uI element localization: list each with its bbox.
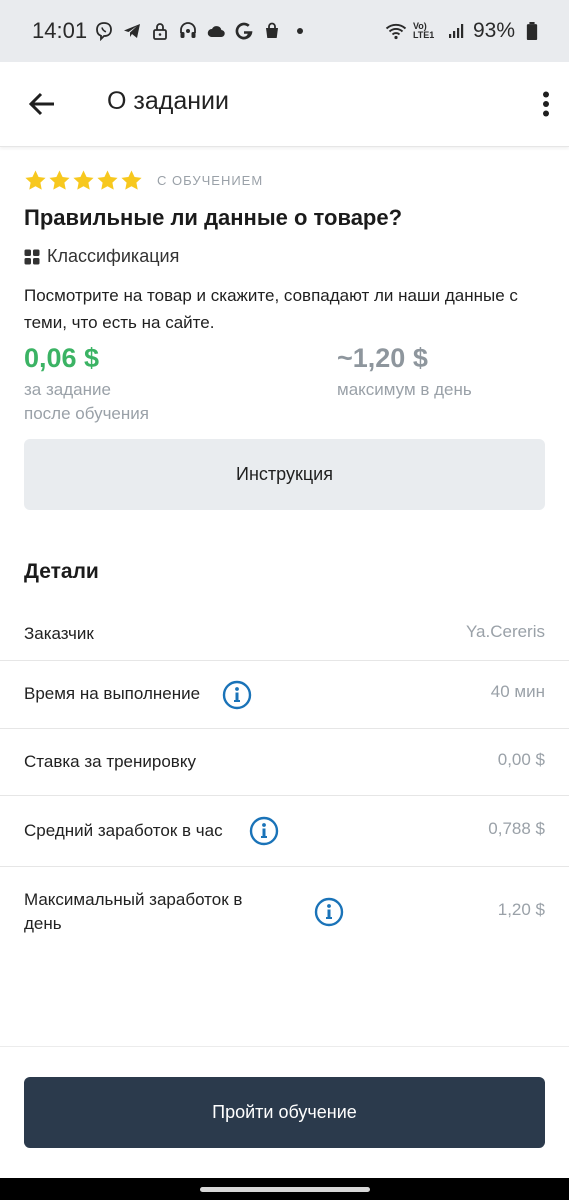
category-label: Классификация [47,246,180,266]
task-title: Правильные ли данные о товаре? [24,205,403,230]
star-icon [97,170,118,190]
detail-value: 1,20 $ [497,900,545,919]
star-icon [25,170,46,190]
instruction-button[interactable]: Инструкция [24,439,545,510]
task-description: Посмотрите на товар и скажите, совпадают… [24,286,518,332]
status-time: 14:01 [32,18,88,43]
battery-percent: 93% [472,19,515,42]
max-earnings: ~1,20 $ максимум в день [337,343,472,402]
price-value: 0,06 $ [24,343,100,373]
price-caption-1: за задание [24,380,111,399]
cloud-icon [205,20,227,42]
app-bar: О задании [0,62,569,147]
grid-icon [24,249,40,264]
status-bar: 14:01 Vo) LTE1 93% [0,0,569,62]
more-vert-icon [543,91,549,117]
max-earnings-value: ~1,20 $ [337,343,428,373]
price-caption-2: после обучения [24,404,149,423]
details-heading: Детали [24,560,99,583]
detail-value: 40 мин [490,682,545,701]
star-icon [121,170,142,190]
back-button[interactable] [24,86,60,122]
detail-value: 0,00 $ [497,750,545,769]
rating-row: С ОБУЧЕНИЕМ [24,169,263,192]
more-options-button[interactable] [533,86,559,122]
detail-label: Средний заработок в час [24,821,223,840]
detail-label: Максимальный заработок в день [24,890,243,933]
battery-icon [521,20,543,42]
detail-row-time: Время на выполнение 40 мин [0,661,569,727]
system-icons: Vo) LTE1 93% [385,19,543,43]
max-earnings-caption: максимум в день [337,380,472,399]
detail-label: Ставка за тренировку [24,752,196,771]
detail-row-training-rate: Ставка за тренировку 0,00 $ [0,729,569,795]
rating-stars [24,169,143,192]
star-icon [49,170,70,190]
divider [0,1046,569,1047]
dot-icon [289,20,311,42]
price-per-task: 0,06 $ за задание после обучения [24,343,149,426]
detail-row-customer: Заказчик Ya.Cereris [0,609,569,659]
bag-icon [261,20,283,42]
page-title: О задании [107,87,229,115]
google-icon [233,20,255,42]
detail-row-max-daily: Максимальный заработок в день 1,20 $ [0,867,569,967]
notification-icons [93,20,311,42]
training-badge: С ОБУЧЕНИЕМ [157,173,264,188]
info-icon[interactable] [314,897,344,927]
viber-icon [93,20,115,42]
wifi-icon [385,20,407,42]
lock-icon [149,20,171,42]
headset-icon [177,20,199,42]
info-icon[interactable] [222,680,252,710]
network-label: Vo) LTE1 [412,21,435,40]
info-icon[interactable] [249,816,279,846]
detail-row-avg-hourly: Средний заработок в час 0,788 $ [0,796,569,866]
arrow-left-icon [28,92,54,116]
detail-value: 0,788 $ [488,819,545,838]
detail-label: Время на выполнение [24,684,201,703]
start-training-button[interactable]: Пройти обучение [24,1077,545,1148]
detail-label: Заказчик [24,624,94,643]
telegram-icon [121,20,143,42]
task-category: Классификация [24,246,179,267]
signal-icon [445,20,467,42]
star-icon [73,170,94,190]
home-gesture-handle[interactable] [200,1187,370,1192]
detail-value: Ya.Cereris [465,622,545,641]
